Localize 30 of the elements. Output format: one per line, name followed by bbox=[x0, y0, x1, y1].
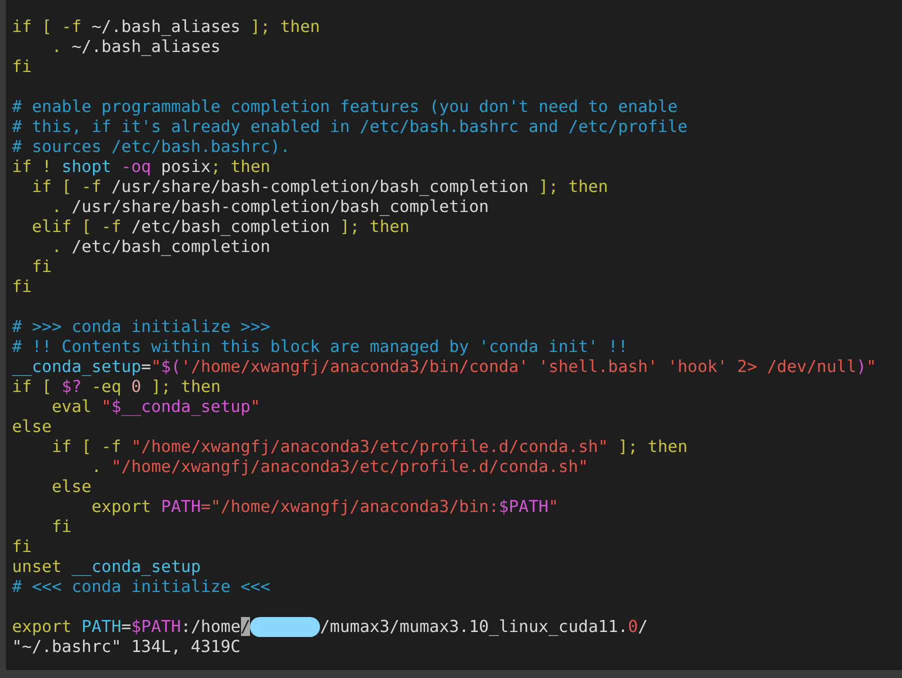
code-line: fi bbox=[12, 57, 32, 77]
code-line: elif [ -f /etc/bash_completion ]; then bbox=[30, 217, 410, 237]
code-line: if [ -f ~/.bash_aliases ]; then bbox=[12, 17, 320, 37]
code-line: else bbox=[12, 417, 52, 437]
code-line: unset __conda_setup bbox=[12, 557, 201, 577]
code-line: if [ -f "/home/xwangfj/anaconda3/etc/profile.d/conda.sh" ]; then bbox=[50, 437, 688, 457]
code-line: # >>> conda initialize >>> bbox=[12, 317, 270, 337]
code-line: . "/home/xwangfj/anaconda3/etc/profile.d/conda.sh" bbox=[90, 457, 588, 477]
code-line: # !! Contents within this block are managed by 'conda init' !! bbox=[12, 337, 628, 357]
code-line: fi bbox=[30, 257, 52, 277]
code-line: fi bbox=[12, 277, 32, 297]
code-line: export PATH=$PATH:/home/ /mumax3/mumax3.10_linux_cuda11.0/ bbox=[12, 617, 648, 637]
code-line: . /usr/share/bash-completion/bash_completion bbox=[50, 197, 489, 217]
code-line: # <<< conda initialize <<< bbox=[12, 577, 270, 597]
code-line: # sources /etc/bash.bashrc). bbox=[12, 137, 290, 157]
code-line: fi bbox=[12, 537, 32, 557]
code-line: # enable programmable completion features (you don't need to enable bbox=[12, 97, 678, 117]
code-line: fi bbox=[50, 517, 72, 537]
code-line: __conda_setup="$('/home/xwangfj/anaconda3/bin/conda' 'shell.bash' 'hook' 2> /dev/null)" bbox=[12, 357, 876, 377]
code-line: export PATH="/home/xwangfj/anaconda3/bin:$PATH" bbox=[90, 497, 558, 517]
code-line: if ! shopt -oq posix; then bbox=[12, 157, 270, 177]
code-line: . /etc/bash_completion bbox=[50, 237, 270, 257]
code-line: eval "$__conda_setup" bbox=[50, 397, 260, 417]
code-line: . ~/.bash_aliases bbox=[50, 37, 221, 57]
code-line: # this, if it's already enabled in /etc/bash.bashrc and /etc/profile bbox=[12, 117, 688, 137]
code-line: if [ -f /usr/share/bash-completion/bash_completion ]; then bbox=[30, 177, 608, 197]
code-line: else bbox=[50, 477, 92, 497]
code-line: if [ $? -eq 0 ]; then bbox=[12, 377, 221, 397]
status-line: "~/.bashrc" 134L, 4319C bbox=[12, 637, 240, 657]
redaction-mark bbox=[250, 617, 320, 637]
